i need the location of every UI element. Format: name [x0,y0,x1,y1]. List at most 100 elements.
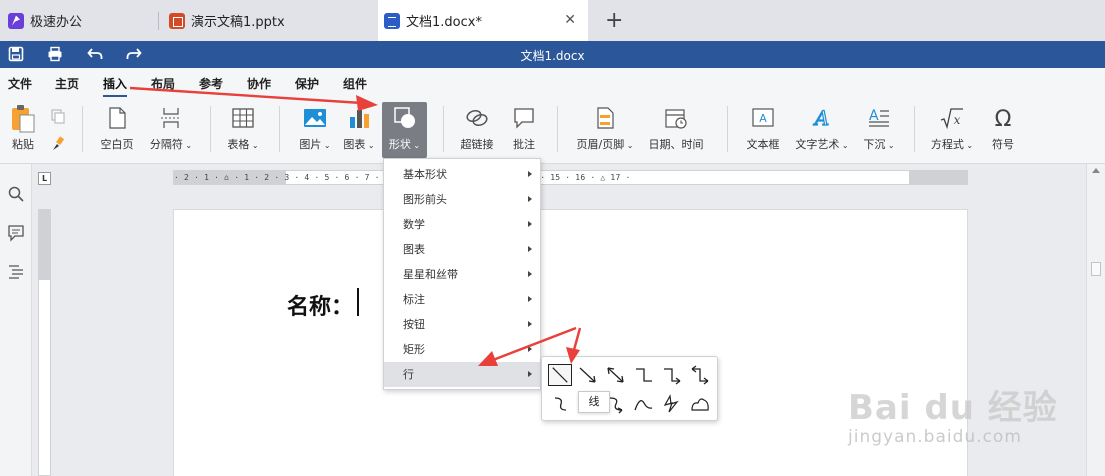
textbox-label: 文本框 [746,138,780,151]
shapes-dropdown: 基本形状 图形前头 数学 图表 星星和丝带 标注 按钮 矩形 行 [383,158,541,390]
hyperlink-icon [466,109,488,127]
header-footer-icon [597,107,614,129]
text-caret [357,288,359,316]
menu-home[interactable]: 主页 [55,75,79,92]
hyperlink-label: 超链接 [460,138,494,151]
scroll-up-icon[interactable] [1092,168,1100,173]
menu-protect[interactable]: 保护 [295,75,319,92]
picture-icon [304,109,326,127]
search-icon[interactable] [7,185,25,203]
table-icon [232,108,254,128]
arrow-line-icon[interactable] [576,364,600,386]
page-break-icon [161,108,181,128]
shapes-menu-item[interactable]: 矩形 [384,337,540,362]
scroll-thumb[interactable] [1091,262,1101,276]
menu-file[interactable]: 文件 [8,75,32,92]
ruler-ticks: · 2 · 1 · ⌂ · 1 · 2 · 3 · 4 · 5 · 6 · 7 … [174,173,631,182]
freeform-icon[interactable] [660,393,684,415]
comments-panel-icon[interactable] [7,224,25,242]
tab-label: 文档1.docx* [406,15,482,30]
dropcap-button[interactable]: A 下沉 ⌄ [859,102,899,158]
ribbon-separator [82,106,83,152]
shapes-menu-item[interactable]: 图形前头 [384,187,540,212]
double-arrow-line-icon[interactable] [604,364,628,386]
comment-label: 批注 [513,138,535,151]
header-footer-label: 页眉/页脚 [576,138,625,151]
textbox-button[interactable]: A 文本框 [743,102,783,158]
ribbon-separator [727,106,728,152]
chevron-right-icon [528,221,532,227]
svg-text:x: x [954,113,961,127]
menu-plugins[interactable]: 组件 [343,75,367,92]
hyperlink-button[interactable]: 超链接 [456,102,498,158]
header-footer-button[interactable]: 页眉/页脚 ⌄ [574,102,636,158]
copy-icon[interactable] [50,108,66,124]
textbox-icon: A [752,108,774,127]
shapes-menu-item-label: 矩形 [403,343,425,356]
svg-text:A: A [759,112,767,125]
chevron-right-icon [528,371,532,377]
tab-jisu-office[interactable]: 极速办公 [8,0,158,41]
menu-references[interactable]: 参考 [199,75,223,92]
picture-button[interactable]: 图片 ⌄ [294,102,336,158]
symbol-button[interactable]: Ω 符号 [986,102,1020,158]
shapes-menu-item[interactable]: 按钮 [384,312,540,337]
table-button[interactable]: 表格 ⌄ [224,102,262,158]
close-tab-icon[interactable]: ✕ [564,12,576,28]
date-time-button[interactable]: 日期、时间 [646,102,706,158]
svg-text:A: A [813,106,829,130]
line-icon[interactable] [548,364,572,386]
shapes-menu-item[interactable]: 星星和丝带 [384,262,540,287]
equation-button[interactable]: x 方程式 ⌄ [928,102,976,158]
shapes-menu-item-label: 图形前头 [403,193,447,206]
document-text[interactable]: 名称： [287,289,353,321]
blank-page-button[interactable]: 空白页 [96,102,138,158]
elbow-arrow-connector-icon[interactable] [660,364,684,386]
elbow-double-arrow-connector-icon[interactable] [688,364,712,386]
vertical-scrollbar[interactable] [1086,164,1105,476]
curved-connector-icon[interactable] [548,393,572,415]
navigation-icon[interactable] [7,262,25,280]
separator-button[interactable]: 分隔符 ⌄ [145,102,197,158]
shapes-menu-item[interactable]: 图表 [384,237,540,262]
elbow-connector-icon[interactable] [632,364,656,386]
wordart-button[interactable]: A 文字艺术 ⌄ [793,102,851,158]
chevron-right-icon [528,296,532,302]
ribbon-separator [557,106,558,152]
new-tab-icon[interactable]: + [605,8,623,33]
tab-stop-selector[interactable]: L [38,172,51,185]
paste-label: 粘贴 [12,138,34,151]
document-icon [384,12,400,29]
shapes-button[interactable]: 形状 ⌄ [382,102,427,158]
chevron-right-icon [528,271,532,277]
chart-button[interactable]: 图表 ⌄ [340,102,378,158]
shapes-menu-item[interactable]: 基本形状 [384,162,540,187]
horizontal-ruler[interactable]: · 2 · 1 · ⌂ · 1 · 2 · 3 · 4 · 5 · 6 · 7 … [173,170,968,185]
tab-separator [158,12,159,30]
picture-label: 图片 [299,138,322,151]
shapes-menu-item[interactable]: 数学 [384,212,540,237]
lines-submenu [541,356,718,421]
paste-button[interactable]: 粘贴 [6,102,40,158]
ruler-margin [39,210,50,280]
tab-presentation[interactable]: 演示文稿1.pptx [169,0,374,41]
menu-insert[interactable]: 插入 [103,75,128,97]
curve-icon[interactable] [632,393,656,415]
menu-bar: 文件 主页 插入 布局 参考 协作 保护 组件 [0,68,1105,98]
ribbon-separator [914,106,915,152]
svg-text:Ω: Ω [995,107,1012,130]
shapes-menu-item-label: 数学 [403,218,425,231]
shapes-menu-item[interactable]: 标注 [384,287,540,312]
line-tooltip: 线 [578,391,610,413]
document-title: 文档1.docx [520,49,585,63]
tab-label: 演示文稿1.pptx [191,15,285,30]
app-logo-icon [8,12,24,29]
tab-document[interactable]: 文档1.docx* ✕ [378,0,588,41]
vertical-ruler[interactable] [38,209,51,476]
menu-layout[interactable]: 布局 [151,75,175,92]
shapes-menu-item-lines[interactable]: 行 [384,362,540,387]
comment-button[interactable]: 批注 [507,102,541,158]
menu-collaborate[interactable]: 协作 [247,75,271,92]
scribble-icon[interactable] [688,393,712,415]
format-painter-icon[interactable] [50,136,66,152]
